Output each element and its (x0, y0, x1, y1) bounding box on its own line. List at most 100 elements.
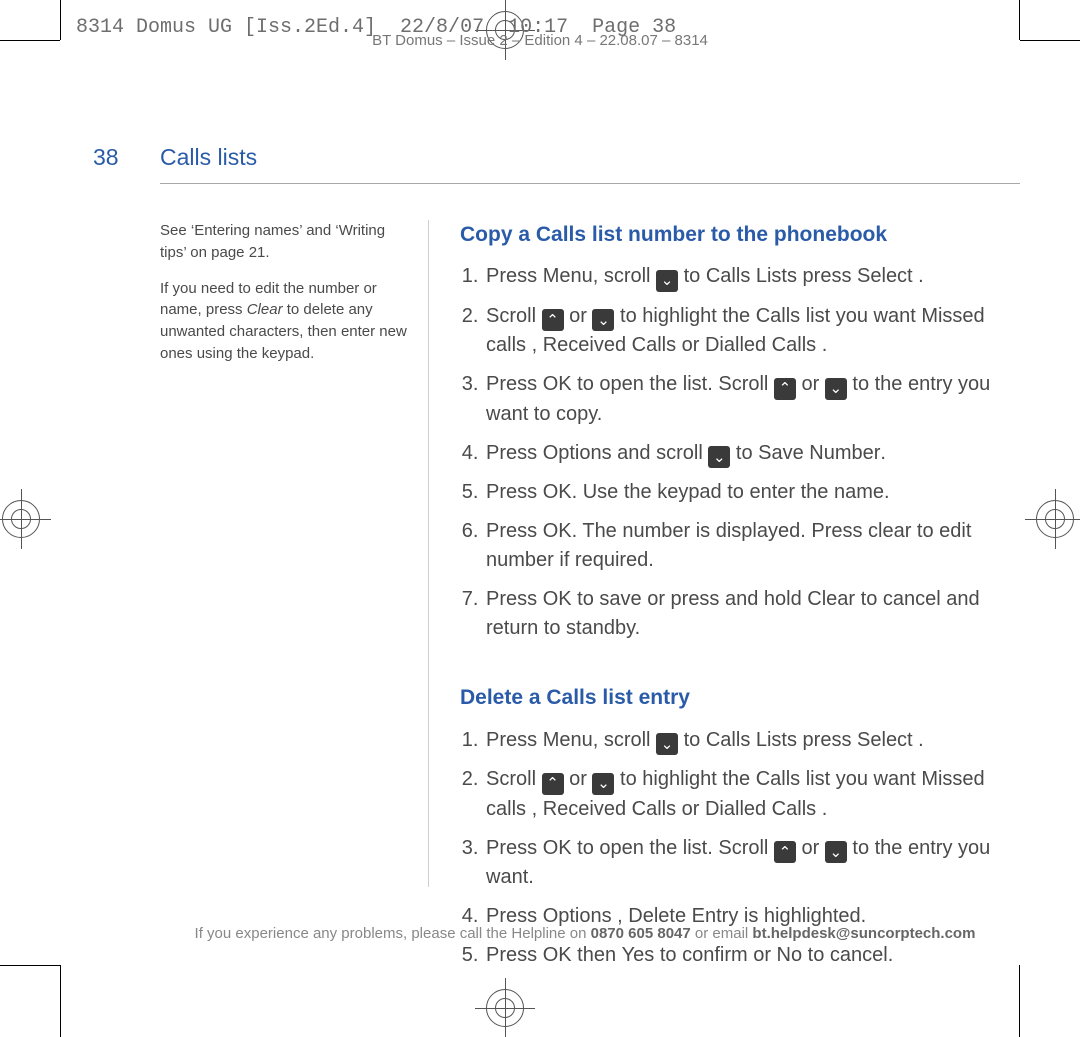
key-label-ok: OK (543, 837, 572, 859)
key-label-select: Select (857, 729, 913, 751)
chevron-up-icon: ⌃ (542, 309, 564, 331)
step: Press OK to save or press and hold Clear… (484, 585, 1010, 643)
key-label-menu: Menu (543, 729, 593, 751)
menu-item-received-calls: Received Calls (543, 334, 676, 356)
t: Scroll (486, 305, 542, 327)
steps-copy: Press Menu, scroll ⌄ to Calls Lists pres… (460, 262, 1010, 643)
menu-item-calls-lists: Calls Lists (706, 265, 797, 287)
key-label-options: Options (543, 442, 612, 464)
key-label-menu: Menu (543, 265, 593, 287)
t: to highlight the Calls list you want (614, 768, 921, 790)
chevron-up-icon: ⌃ (774, 841, 796, 863)
t: . (913, 729, 924, 751)
chevron-up-icon: ⌃ (774, 378, 796, 400)
chevron-down-icon: ⌄ (592, 309, 614, 331)
t: press (797, 265, 857, 287)
t: or (796, 837, 825, 859)
chevron-down-icon: ⌄ (656, 733, 678, 755)
chevron-down-icon: ⌄ (708, 446, 730, 468)
t: to (730, 442, 758, 464)
chevron-down-icon: ⌄ (825, 841, 847, 863)
note-text: . (265, 244, 269, 261)
t: , (526, 798, 543, 820)
t: to (678, 729, 706, 751)
chevron-up-icon: ⌃ (542, 773, 564, 795)
margin-note: See ‘Entering names’ and ‘Writing tips’ … (160, 220, 410, 379)
t: . Use the keypad to enter the name. (572, 481, 890, 503)
t: Press (486, 588, 543, 610)
registration-mark-icon (1036, 500, 1074, 538)
t: Press (486, 520, 543, 542)
registration-mark-icon (2, 500, 40, 538)
step: Press OK. The number is displayed. Press… (484, 517, 1010, 575)
t: Press (486, 265, 543, 287)
menu-item-received-calls: Received Calls (543, 798, 676, 820)
t: to cancel. (802, 944, 893, 966)
key-label-ok: OK (543, 944, 572, 966)
divider (160, 183, 1020, 184)
main-content: Copy a Calls list number to the phoneboo… (460, 220, 1010, 1010)
t: Scroll (486, 768, 542, 790)
page-body: 38 Calls lists See ‘Entering names’ and … (60, 40, 1020, 997)
chevron-down-icon: ⌄ (825, 378, 847, 400)
key-label-ok: OK (543, 520, 572, 542)
t: press (797, 729, 857, 751)
t: or (676, 798, 705, 820)
section-title: Calls lists (160, 144, 257, 171)
t: Press (486, 837, 543, 859)
step: Press Menu, scroll ⌄ to Calls Lists pres… (484, 262, 1010, 292)
helpline-footer: If you experience any problems, please c… (160, 925, 1010, 942)
t: or (564, 305, 593, 327)
t: or (676, 334, 705, 356)
t: to save or press and hold (572, 588, 808, 610)
page-number: 38 (93, 144, 119, 171)
key-label-clear: Clear (807, 588, 855, 610)
menu-item-calls-lists: Calls Lists (706, 729, 797, 751)
t: then (572, 944, 622, 966)
t: . (913, 265, 924, 287)
key-label-ok: OK (543, 588, 572, 610)
t: Press (486, 729, 543, 751)
chevron-down-icon: ⌄ (656, 270, 678, 292)
option-yes: Yes (622, 944, 655, 966)
column-divider (428, 220, 429, 887)
t: Press (486, 373, 543, 395)
option-no: No (777, 944, 803, 966)
t: , (526, 334, 543, 356)
key-label-ok: OK (543, 373, 572, 395)
t: . (880, 442, 886, 464)
step: Press Menu, scroll ⌄ to Calls Lists pres… (484, 726, 1010, 756)
t: , scroll (593, 265, 656, 287)
t: to highlight the Calls list you want (614, 305, 921, 327)
t: , scroll (593, 729, 656, 751)
t: or (796, 373, 825, 395)
step: Press OK to open the list. Scroll ⌃ or ⌄… (484, 370, 1010, 429)
step: Press OK then Yes to confirm or No to ca… (484, 941, 1010, 970)
step: Scroll ⌃ or ⌄ to highlight the Calls lis… (484, 765, 1010, 824)
key-label-clear: Clear (247, 301, 283, 318)
key-label-ok: OK (543, 481, 572, 503)
t: Press (486, 442, 543, 464)
t: and scroll (612, 442, 709, 464)
t: Press (486, 944, 543, 966)
heading-copy-to-phonebook: Copy a Calls list number to the phoneboo… (460, 220, 1010, 250)
heading-delete-entry: Delete a Calls list entry (460, 683, 1010, 713)
t: or (564, 768, 593, 790)
t: to open the list. Scroll (572, 837, 774, 859)
t: Press (486, 481, 543, 503)
step: Press Options and scroll ⌄ to Save Numbe… (484, 439, 1010, 469)
step: Press OK. Use the keypad to enter the na… (484, 478, 1010, 507)
footer-text: If you experience any problems, please c… (195, 925, 591, 942)
t: . (816, 798, 827, 820)
t: to open the list. Scroll (572, 373, 774, 395)
t: . (816, 334, 827, 356)
step: Press OK to open the list. Scroll ⌃ or ⌄… (484, 834, 1010, 893)
key-label-select: Select (857, 265, 913, 287)
note-text: See ‘Entering names’ and ‘Writing tips’ … (160, 222, 385, 261)
t: to confirm or (654, 944, 776, 966)
page-ref: 21 (249, 244, 266, 261)
t: to (678, 265, 706, 287)
chevron-down-icon: ⌄ (592, 773, 614, 795)
menu-item-save-number: Save Number (758, 442, 880, 464)
crop-mark (0, 965, 60, 966)
